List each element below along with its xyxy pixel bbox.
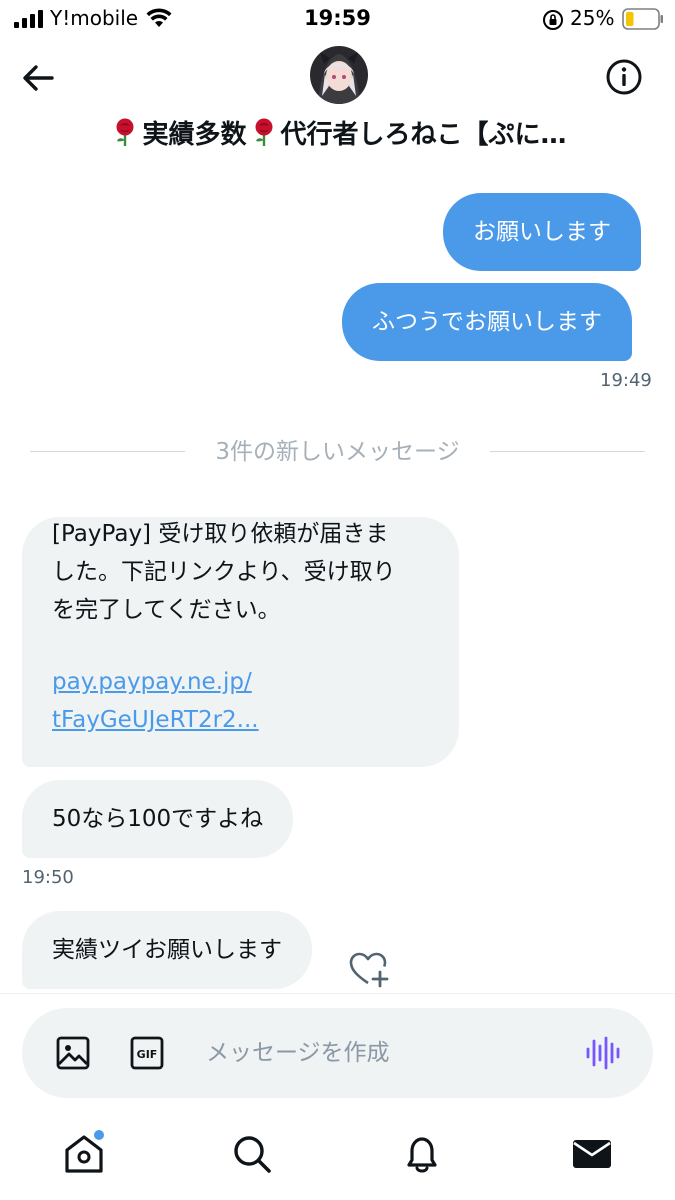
message-text: ふつうでお願いします — [372, 309, 602, 335]
add-reaction-heart-icon[interactable] — [348, 950, 390, 988]
search-icon[interactable] — [230, 1132, 274, 1176]
message-timestamp: 19:50 — [22, 867, 74, 888]
message-text-line: を完了してください。 — [52, 597, 281, 623]
gif-icon[interactable]: GIF — [130, 1036, 164, 1070]
unread-divider: 3件の新しいメッセージ — [30, 432, 645, 465]
outgoing-message[interactable]: ふつうでお願いします — [342, 283, 632, 361]
message-composer: GIF — [22, 1008, 653, 1098]
messages-envelope-icon[interactable] — [570, 1132, 614, 1176]
outgoing-message[interactable]: お願いします — [443, 193, 641, 271]
conversation-title[interactable]: 実績多数 代行者しろねこ【ぷに… — [0, 112, 675, 152]
image-icon[interactable] — [56, 1036, 90, 1070]
incoming-message[interactable]: 50なら100ですよね — [22, 780, 294, 858]
rose-emoji-icon — [116, 118, 134, 146]
paypay-link[interactable]: pay.paypay.ne.jp/ — [52, 665, 429, 703]
home-notification-dot — [94, 1130, 104, 1140]
info-icon[interactable] — [603, 56, 645, 98]
composer-divider — [0, 993, 675, 994]
title-text: 実績多数 — [142, 119, 247, 150]
back-arrow-icon[interactable] — [18, 58, 58, 98]
message-input[interactable] — [206, 1034, 566, 1072]
battery-percent: 25% — [570, 6, 615, 30]
status-bar: Y!mobile 19:59 25% — [0, 0, 675, 40]
battery-icon — [622, 8, 663, 30]
bottom-tab-bar — [0, 1110, 675, 1200]
message-text: お願いします — [473, 219, 611, 245]
incoming-message[interactable]: [PayPay] 受け取り依頼が届きま した。下記リンクより、受け取り を完了し… — [22, 517, 459, 767]
notifications-bell-icon[interactable] — [400, 1132, 444, 1176]
message-text: 50なら100ですよね — [52, 806, 264, 832]
unread-divider-text: 3件の新しいメッセージ — [215, 439, 460, 465]
svg-text:GIF: GIF — [137, 1048, 158, 1061]
paypay-link[interactable]: tFayGeUJeRT2r2... — [52, 703, 429, 741]
message-text: 実績ツイお願いします — [52, 937, 282, 963]
avatar[interactable] — [310, 46, 368, 104]
rose-emoji-icon — [255, 118, 272, 146]
voice-icon[interactable] — [584, 1035, 620, 1071]
incoming-message[interactable]: 実績ツイお願いします — [22, 911, 312, 989]
conversation-header: 実績多数 代行者しろねこ【ぷに… — [0, 40, 675, 167]
divider-line — [490, 451, 645, 452]
message-text-line: [PayPay] 受け取り依頼が届きま — [52, 521, 389, 547]
orientation-lock-icon — [543, 10, 563, 30]
message-text-line: した。下記リンクより、受け取り — [52, 559, 396, 585]
title-text-2: 代行者しろねこ【ぷに… — [280, 119, 567, 150]
message-timestamp: 19:49 — [600, 370, 652, 391]
